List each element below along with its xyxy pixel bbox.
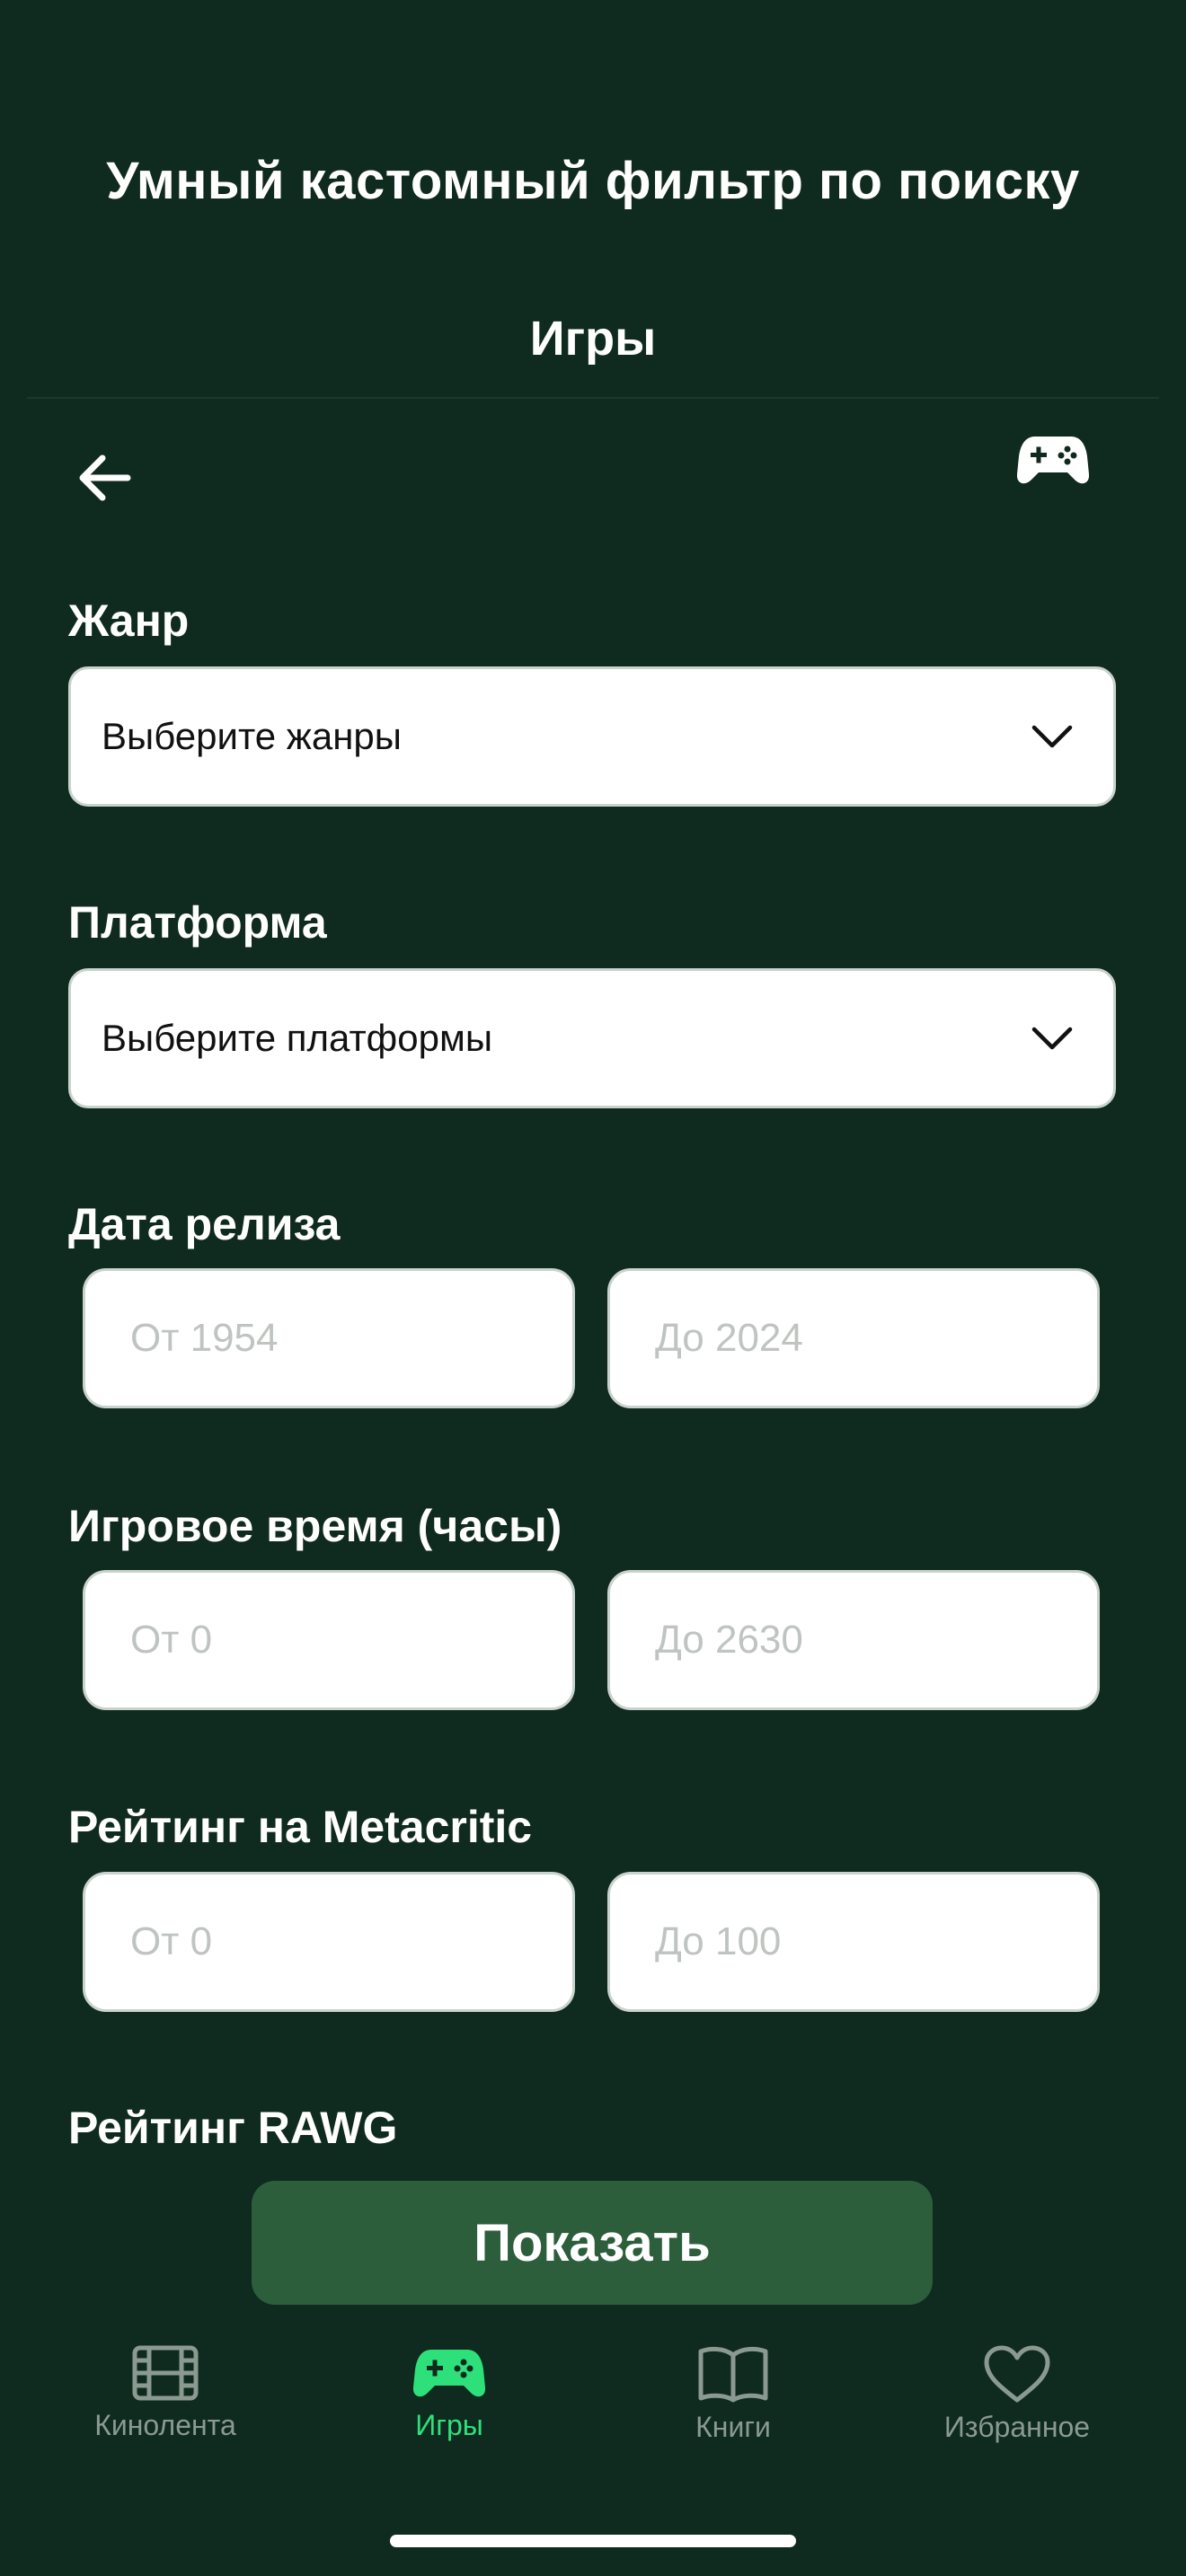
tab-favorites[interactable]: Избранное xyxy=(882,2344,1152,2488)
genre-select-placeholder: Выберите жанры xyxy=(102,715,402,757)
tab-games[interactable]: Игры xyxy=(314,2344,584,2488)
film-icon xyxy=(132,2345,199,2401)
header-divider xyxy=(27,397,1159,399)
release-date-label: Дата релиза xyxy=(68,1199,341,1249)
tab-feed[interactable]: Кинолента xyxy=(31,2344,300,2488)
chevron-down-icon xyxy=(1031,725,1073,748)
tab-books-label: Книги xyxy=(695,2411,771,2443)
tab-favorites-label: Избранное xyxy=(943,2411,1091,2443)
metacritic-from-input[interactable] xyxy=(83,1872,575,2012)
platform-label: Платформа xyxy=(68,897,327,948)
show-button[interactable]: Показать xyxy=(252,2181,933,2305)
genre-label: Жанр xyxy=(68,595,190,646)
tab-books[interactable]: Книги xyxy=(598,2344,868,2488)
metacritic-label: Рейтинг на Metacritic xyxy=(68,1802,533,1852)
platform-select[interactable]: Выберите платформы xyxy=(68,968,1116,1108)
home-indicator xyxy=(390,2535,796,2547)
metacritic-to-input[interactable] xyxy=(607,1872,1100,2012)
section-title: Игры xyxy=(529,312,657,366)
playtime-from-input[interactable] xyxy=(83,1570,575,1710)
page-title: Умный кастомный фильтр по поиску xyxy=(106,152,1080,210)
back-button[interactable] xyxy=(72,446,137,510)
genre-select[interactable]: Выберите жанры xyxy=(68,666,1116,807)
book-icon xyxy=(698,2346,768,2403)
playtime-label: Игровое время (часы) xyxy=(68,1501,562,1551)
chevron-down-icon xyxy=(1031,1027,1073,1050)
arrow-left-icon xyxy=(79,454,131,501)
playtime-to-input[interactable] xyxy=(607,1570,1100,1710)
tab-feed-label: Кинолента xyxy=(94,2409,236,2441)
tab-games-label: Игры xyxy=(415,2409,483,2441)
gamepad-icon xyxy=(1017,437,1089,484)
release-date-to-input[interactable] xyxy=(607,1268,1100,1408)
gamepad-icon xyxy=(413,2350,485,2397)
rawg-label: Рейтинг RAWG xyxy=(68,2103,398,2153)
release-date-from-input[interactable] xyxy=(83,1268,575,1408)
heart-icon xyxy=(984,2345,1050,2403)
tab-bar: Кинолента Игры Книги Избранное xyxy=(0,2344,1186,2488)
platform-select-placeholder: Выберите платформы xyxy=(102,1017,493,1059)
